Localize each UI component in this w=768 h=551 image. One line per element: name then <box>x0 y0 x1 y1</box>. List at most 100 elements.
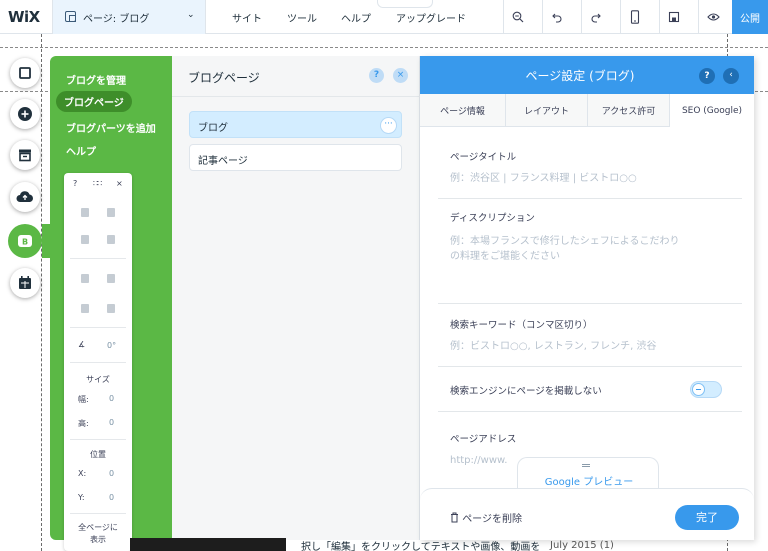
palette-close-icon[interactable]: × <box>116 179 123 188</box>
field-divider <box>438 303 742 304</box>
done-button[interactable]: 完了 <box>675 505 739 530</box>
x-value[interactable]: 0 <box>109 469 114 478</box>
palette-divider <box>70 513 126 514</box>
description-placeholder-line-1: 例：本場フランスで修行したシェフによるこだわり <box>450 236 680 247</box>
chevron-down-icon: ⌄ <box>187 10 195 20</box>
upload-icon <box>16 191 33 202</box>
close-icon[interactable]: × <box>393 68 408 83</box>
palette-divider <box>70 327 126 328</box>
distribute-icon[interactable] <box>107 304 115 313</box>
description-input[interactable]: 例：本場フランスで修行したシェフによるこだわり の料理をご堪能ください <box>450 234 730 298</box>
menu-site[interactable]: サイト <box>232 10 262 25</box>
help-icon[interactable]: ? <box>699 68 715 84</box>
google-preview-label: Google プレビュー <box>544 477 634 488</box>
arrange-backward-icon[interactable] <box>107 274 115 283</box>
more-options-icon[interactable]: ··· <box>380 117 397 134</box>
settings-footer: ページを削除 完了 <box>420 488 754 540</box>
y-label: Y: <box>78 493 85 502</box>
editor-top-bar: WiX ページ: ブログ ⌄ サイト ツール ヘルプ アップグレード ˄ 公開 <box>0 0 768 34</box>
page-title-input[interactable]: 例：渋谷区 | フランス料理 | ビストロ○○ <box>450 171 730 186</box>
height-label: 高: <box>78 419 89 428</box>
menu-upgrade[interactable]: アップグレード <box>396 10 466 25</box>
canvas-image[interactable] <box>130 538 286 551</box>
collapse-topbar-tab[interactable]: ˄ <box>377 0 433 8</box>
page-item-label: ブログ <box>198 123 228 134</box>
blog-menu-pages[interactable]: ブログページ <box>56 91 132 112</box>
zoom-out-icon[interactable] <box>503 0 532 34</box>
keywords-label: 検索キーワード（コンマ区切り） <box>450 320 593 331</box>
page-icon <box>65 11 76 22</box>
undo-icon[interactable] <box>542 0 571 34</box>
page-settings-panel: ページ設定 (ブログ) ? ‹ ページ情報 レイアウト アクセス許可 SEO (… <box>420 56 754 540</box>
copy-design-icon[interactable] <box>81 208 89 217</box>
height-value[interactable]: 0 <box>109 418 114 427</box>
panel-divider <box>172 96 420 97</box>
blog-icon: B <box>18 235 32 247</box>
x-label: X: <box>78 469 87 478</box>
palette-help-icon[interactable]: ? <box>73 179 77 188</box>
background-button[interactable] <box>10 58 40 88</box>
tab-layout[interactable]: レイアウト <box>506 94 588 127</box>
keywords-input[interactable]: 例：ビストロ○○, レストラン, フレンチ, 渋谷 <box>450 339 730 354</box>
tab-seo[interactable]: SEO (Google) <box>670 94 754 128</box>
arrange-forward-icon[interactable] <box>81 274 89 283</box>
background-icon <box>19 67 31 79</box>
page-item-blog[interactable]: ブログ ··· <box>189 111 402 138</box>
add-button[interactable] <box>10 99 40 129</box>
bookings-button[interactable] <box>10 268 40 298</box>
delete-icon[interactable] <box>107 235 115 244</box>
description-label: ディスクリプション <box>450 213 535 224</box>
hide-from-search-toggle[interactable] <box>690 381 722 398</box>
blog-button[interactable]: B <box>8 224 42 258</box>
delete-page-button[interactable]: ページを削除 <box>450 510 522 525</box>
menu-help[interactable]: ヘルプ <box>341 10 371 25</box>
canvas-archive-date[interactable]: July 2015 (1) <box>550 540 614 551</box>
menu-tools[interactable]: ツール <box>287 10 317 25</box>
palette-drag-handle[interactable]: ∷∷ <box>93 179 102 188</box>
settings-header: ページ設定 (ブログ) ? ‹ <box>420 56 754 94</box>
canvas-text[interactable]: 択し「編集」をクリックしてテキストや画像、動画を <box>301 538 540 551</box>
position-label: 位置 <box>90 450 106 459</box>
page-item-label: 記事ページ <box>198 156 248 167</box>
wix-logo[interactable]: WiX <box>8 8 40 26</box>
show-all-pages-label-2[interactable]: 表示 <box>64 534 132 545</box>
paste-design-icon[interactable] <box>107 208 115 217</box>
page-selector-label: ページ: ブログ <box>83 14 150 25</box>
y-value[interactable]: 0 <box>109 493 114 502</box>
palette-divider <box>70 258 126 259</box>
upload-button[interactable] <box>10 182 40 212</box>
duplicate-icon[interactable] <box>81 235 89 244</box>
blog-menu-add-parts[interactable]: ブログパーツを追加 <box>66 120 156 135</box>
back-icon[interactable]: ‹ <box>723 68 739 84</box>
field-divider <box>438 198 742 199</box>
delete-page-label: ページを削除 <box>462 514 522 525</box>
palette-divider <box>70 362 126 363</box>
size-label: サイズ <box>86 375 110 384</box>
rotate-angle-icon[interactable]: ∡ <box>78 340 85 349</box>
tab-page-info[interactable]: ページ情報 <box>420 94 506 127</box>
store-button[interactable] <box>10 140 40 170</box>
blog-menu-manage[interactable]: ブログを管理 <box>66 72 126 87</box>
save-icon[interactable] <box>659 0 688 34</box>
canvas-guide-left <box>41 34 42 551</box>
tab-permissions[interactable]: アクセス許可 <box>588 94 670 127</box>
settings-title: ページ設定 (ブログ) <box>525 69 635 83</box>
mobile-icon[interactable] <box>620 0 649 34</box>
blog-menu-help[interactable]: ヘルプ <box>66 143 96 158</box>
settings-tabs: ページ情報 レイアウト アクセス許可 SEO (Google) <box>420 94 754 128</box>
align-icon[interactable] <box>81 304 89 313</box>
help-icon[interactable]: ? <box>369 68 384 83</box>
publish-button[interactable]: 公開 <box>732 0 768 34</box>
width-label: 幅: <box>78 395 89 404</box>
page-item-post[interactable]: 記事ページ <box>189 144 402 171</box>
show-all-pages-label[interactable]: 全ページに <box>64 522 132 533</box>
palette-divider <box>70 439 126 440</box>
blog-pages-title: ブログページ <box>188 71 260 85</box>
preview-icon[interactable] <box>698 0 727 34</box>
rotate-angle-value[interactable]: 0° <box>107 341 116 350</box>
redo-icon[interactable] <box>581 0 610 34</box>
page-selector[interactable]: ページ: ブログ ⌄ <box>52 0 206 34</box>
add-icon <box>18 107 32 121</box>
bookings-icon <box>19 276 31 289</box>
width-value[interactable]: 0 <box>109 394 114 403</box>
